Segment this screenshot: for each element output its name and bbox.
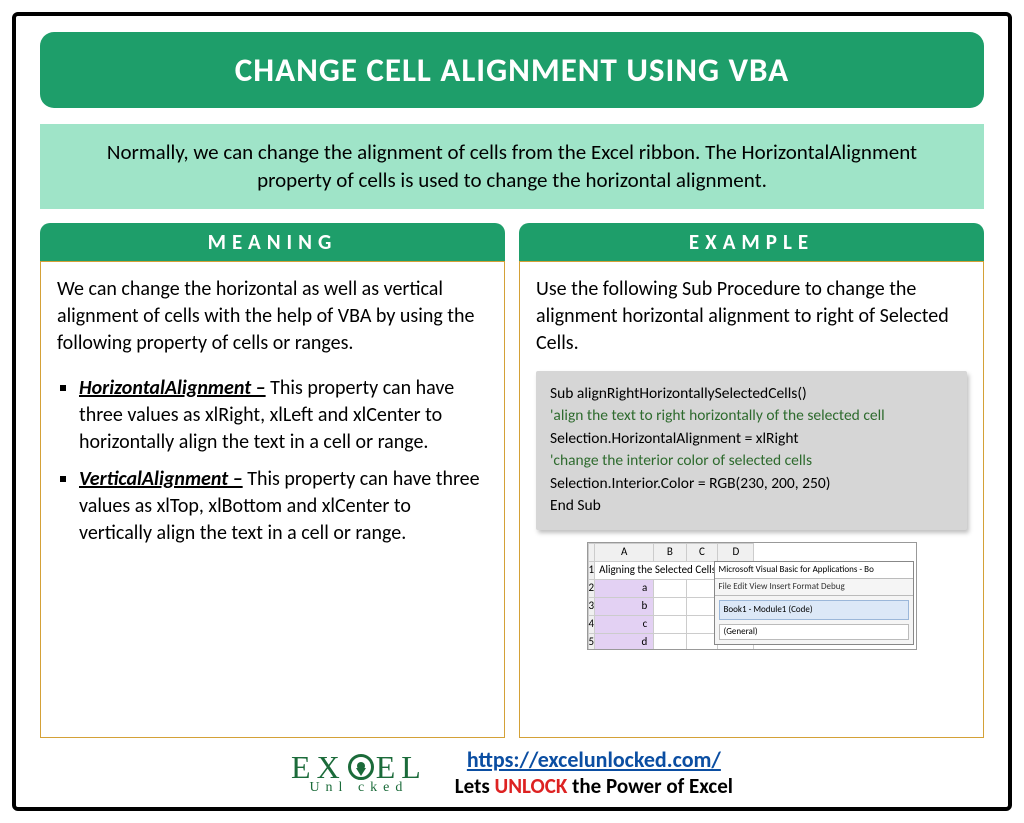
excel-unlocked-logo: EX EL Unl cked	[291, 751, 427, 795]
meaning-header: MEANING	[40, 223, 505, 261]
tagline-pre: Lets	[455, 773, 495, 799]
document-frame: CHANGE CELL ALIGNMENT USING VBA Normally…	[12, 12, 1012, 811]
logo-subtext: Unl cked	[291, 781, 427, 795]
code-line: Sub alignRightHorizontallySelectedCells(…	[550, 383, 953, 405]
col-header: D	[718, 543, 754, 561]
vbe-title: Microsoft Visual Basic for Applications …	[715, 562, 913, 579]
code-line: Selection.Interior.Color = RGB(230, 200,…	[550, 473, 953, 495]
footer: EX EL Unl cked https://excelunlocked.com…	[40, 746, 984, 799]
property-list: HorizontalAlignment – This property can …	[57, 375, 488, 547]
logo-text: EX	[291, 751, 346, 783]
intro-banner: Normally, we can change the alignment of…	[40, 124, 984, 209]
list-item: VerticalAlignment – This property can ha…	[79, 466, 488, 547]
code-comment: 'change the interior color of selected c…	[550, 450, 953, 472]
cell: d	[595, 633, 654, 650]
example-header: EXAMPLE	[519, 223, 984, 261]
code-line: End Sub	[550, 495, 953, 517]
cell: c	[595, 615, 654, 633]
footer-text: https://excelunlocked.com/ Lets UNLOCK t…	[455, 746, 733, 799]
example-lead: Use the following Sub Procedure to chang…	[536, 276, 967, 357]
site-link[interactable]: https://excelunlocked.com/	[467, 746, 721, 773]
col-header: A	[595, 543, 654, 561]
meaning-lead: We can change the horizontal as well as …	[57, 276, 488, 357]
property-name: VerticalAlignment –	[79, 467, 243, 491]
vbe-window: Microsoft Visual Basic for Applications …	[714, 561, 914, 646]
code-comment: 'align the text to right horizontally of…	[550, 405, 953, 427]
meaning-body: We can change the horizontal as well as …	[40, 261, 505, 738]
vbe-menu: File Edit View Insert Format Debug	[715, 579, 913, 596]
page-title: CHANGE CELL ALIGNMENT USING VBA	[40, 32, 984, 108]
excel-screenshot: A B C D 1 Aligning the Selected Cells to…	[587, 542, 917, 650]
tagline-unlock: UNLOCK	[495, 773, 568, 799]
tagline-post: the Power of Excel	[567, 773, 733, 799]
vbe-module: Book1 - Module1 (Code)	[719, 600, 909, 620]
list-item: HorizontalAlignment – This property can …	[79, 375, 488, 456]
col-header: C	[686, 543, 718, 561]
cell: a	[595, 579, 654, 597]
example-body: Use the following Sub Procedure to chang…	[519, 261, 984, 738]
vbe-general: (General)	[719, 624, 909, 640]
col-header: B	[654, 543, 686, 561]
property-name: HorizontalAlignment –	[79, 376, 266, 400]
meaning-column: MEANING We can change the horizontal as …	[40, 223, 505, 738]
cell: b	[595, 597, 654, 615]
code-line: Selection.HorizontalAlignment = xlRight	[550, 428, 953, 450]
logo-text: EL	[376, 751, 427, 783]
keyhole-icon	[348, 754, 374, 780]
example-column: EXAMPLE Use the following Sub Procedure …	[519, 223, 984, 738]
vba-code-block: Sub alignRightHorizontallySelectedCells(…	[536, 371, 967, 530]
tagline: Lets UNLOCK the Power of Excel	[455, 773, 733, 799]
two-column-layout: MEANING We can change the horizontal as …	[40, 223, 984, 738]
